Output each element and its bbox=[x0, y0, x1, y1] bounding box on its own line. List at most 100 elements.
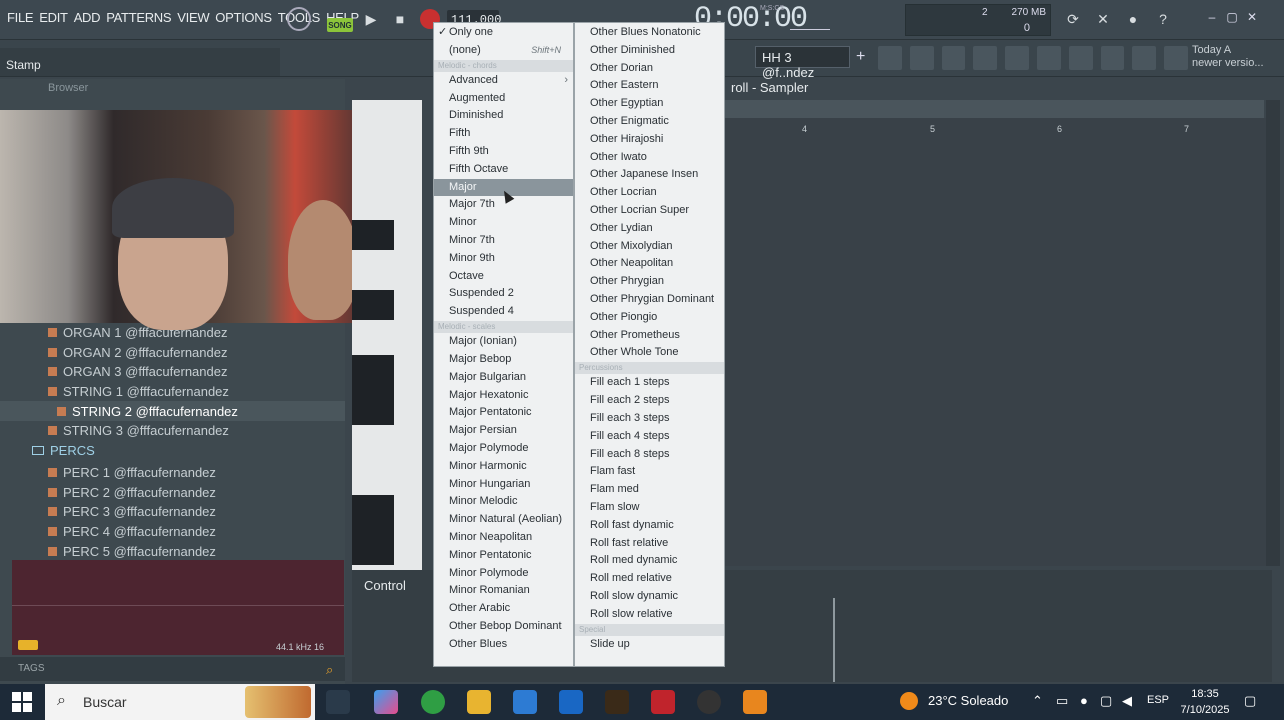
menu-item[interactable]: Minor Hungarian bbox=[434, 476, 573, 494]
menu-item[interactable]: Roll slow dynamic bbox=[575, 588, 724, 606]
menu-item[interactable]: Other Locrian Super bbox=[575, 202, 724, 220]
menu-item[interactable]: Other Phrygian Dominant bbox=[575, 291, 724, 309]
store-icon[interactable] bbox=[513, 690, 537, 714]
chrome-icon[interactable] bbox=[421, 690, 445, 714]
minimize-icon[interactable]: – bbox=[1204, 10, 1220, 26]
stop-icon[interactable]: ■ bbox=[389, 8, 411, 30]
volume-icon[interactable]: ◀ bbox=[1122, 693, 1132, 709]
file-explorer-icon[interactable] bbox=[467, 690, 491, 714]
send-icon[interactable] bbox=[1132, 46, 1157, 70]
channel-rack-icon[interactable] bbox=[941, 46, 966, 70]
menu-item[interactable]: Other Mixolydian bbox=[575, 238, 724, 256]
menu-item[interactable]: Fill each 8 steps bbox=[575, 446, 724, 464]
menu-item[interactable]: Major (Ionian) bbox=[434, 333, 573, 351]
outlook-icon[interactable] bbox=[559, 690, 583, 714]
menu-item[interactable]: Minor Polymode bbox=[434, 565, 573, 583]
menu-item[interactable]: (none) Shift+N bbox=[434, 42, 573, 60]
menu-add[interactable]: ADD bbox=[71, 10, 104, 25]
menu-edit[interactable]: EDIT bbox=[36, 10, 70, 25]
menu-item[interactable]: Other Japanese Insen bbox=[575, 166, 724, 184]
menu-item[interactable]: Major Bebop bbox=[434, 351, 573, 369]
browser-item[interactable]: ORGAN 2 @fffacufernandez bbox=[0, 342, 345, 362]
weather-text[interactable]: 23°C Soleado bbox=[928, 693, 1008, 708]
menu-item[interactable]: Roll slow relative bbox=[575, 606, 724, 624]
menu-file[interactable]: FILE bbox=[4, 10, 36, 25]
taskbar-clock[interactable]: 18:35 7/10/2025 bbox=[1180, 686, 1230, 718]
search-icon[interactable]: ⌕ bbox=[326, 662, 333, 678]
menu-item[interactable]: Other Eastern bbox=[575, 77, 724, 95]
maximize-icon[interactable]: ▢ bbox=[1224, 10, 1240, 26]
menu-item[interactable]: Minor 7th bbox=[434, 232, 573, 250]
menu-item[interactable]: Minor Harmonic bbox=[434, 458, 573, 476]
menu-item[interactable]: Other Piongio bbox=[575, 309, 724, 327]
task-view-icon[interactable] bbox=[326, 690, 350, 714]
menu-item[interactable]: Diminished bbox=[434, 107, 573, 125]
chevron-up-icon[interactable]: ⌃ bbox=[1032, 693, 1043, 709]
menu-item[interactable]: Roll fast dynamic bbox=[575, 517, 724, 535]
menu-item[interactable]: Minor Neapolitan bbox=[434, 529, 573, 547]
menu-item[interactable]: Other Blues Nonatonic bbox=[575, 24, 724, 42]
menu-item[interactable]: Other Prometheus bbox=[575, 327, 724, 345]
mixer-icon[interactable] bbox=[973, 46, 998, 70]
menu-item[interactable]: Other Lydian bbox=[575, 220, 724, 238]
menu-item[interactable]: Roll fast relative bbox=[575, 535, 724, 553]
menu-item[interactable]: Fill each 1 steps bbox=[575, 374, 724, 392]
menu-item[interactable]: Other Bebop Dominant bbox=[434, 618, 573, 636]
network-icon[interactable]: ▢ bbox=[1100, 693, 1112, 709]
voicemeeter-icon[interactable] bbox=[651, 690, 675, 714]
black-key[interactable] bbox=[352, 355, 394, 425]
menu-patterns[interactable]: PATTERNS bbox=[103, 10, 174, 25]
black-key[interactable] bbox=[352, 220, 394, 250]
menu-item[interactable]: Flam med bbox=[575, 481, 724, 499]
file-icon[interactable] bbox=[1036, 46, 1061, 70]
windows-start-icon[interactable] bbox=[12, 692, 32, 712]
news-panel[interactable]: Today A newer versio... bbox=[1192, 44, 1264, 70]
song-mode-button[interactable]: SONG bbox=[327, 18, 353, 32]
channel-icon[interactable] bbox=[1005, 46, 1029, 70]
menu-item[interactable]: Other Blues bbox=[434, 636, 573, 654]
control-label[interactable]: Control bbox=[364, 578, 406, 593]
browser-item[interactable]: STRING 3 @fffacufernandez bbox=[0, 420, 345, 440]
menu-item[interactable]: Octave bbox=[434, 268, 573, 286]
menu-item[interactable]: Minor 9th bbox=[434, 250, 573, 268]
master-pitch-slider[interactable] bbox=[790, 8, 830, 30]
menu-item[interactable]: Flam slow bbox=[575, 499, 724, 517]
help-icon[interactable]: ? bbox=[1152, 8, 1174, 30]
menu-item[interactable]: Roll med dynamic bbox=[575, 552, 724, 570]
pattern-selector[interactable]: HH 3 @f..ndez bbox=[755, 46, 850, 80]
menu-item[interactable]: Roll med relative bbox=[575, 570, 724, 588]
browser-item[interactable]: ORGAN 3 @fffacufernandez bbox=[0, 361, 345, 381]
menu-item[interactable]: Advanced › bbox=[434, 72, 573, 90]
menu-item[interactable]: Fill each 2 steps bbox=[575, 392, 724, 410]
menu-item[interactable]: Fill each 3 steps bbox=[575, 410, 724, 428]
menu-item[interactable]: Augmented bbox=[434, 90, 573, 108]
menu-item[interactable]: Major Bulgarian bbox=[434, 369, 573, 387]
menu-item[interactable]: Other Egyptian bbox=[575, 95, 724, 113]
copilot-icon[interactable] bbox=[374, 690, 398, 714]
plugin-icon[interactable] bbox=[1068, 46, 1093, 70]
menu-item[interactable]: Other Dorian bbox=[575, 60, 724, 78]
menu-item[interactable]: Fill each 4 steps bbox=[575, 428, 724, 446]
piano-roll-icon[interactable] bbox=[909, 46, 934, 70]
menu-item[interactable]: Minor Natural (Aeolian) bbox=[434, 511, 573, 529]
menu-item[interactable]: Other Enigmatic bbox=[575, 113, 724, 131]
tools-icon[interactable]: ✕ bbox=[1092, 8, 1114, 30]
browser-item[interactable]: PERC 1 @fffacufernandez bbox=[0, 462, 345, 482]
play-icon[interactable]: ▶ bbox=[360, 8, 382, 30]
menu-item[interactable]: Fifth bbox=[434, 125, 573, 143]
menu-item[interactable]: Fifth Octave bbox=[434, 161, 573, 179]
menu-item[interactable]: Other Hirajoshi bbox=[575, 131, 724, 149]
black-key[interactable] bbox=[352, 290, 394, 320]
menu-item[interactable]: Other Neapolitan bbox=[575, 255, 724, 273]
menu-item[interactable]: Other Phrygian bbox=[575, 273, 724, 291]
menu-item[interactable]: Major Polymode bbox=[434, 440, 573, 458]
undo-history-icon[interactable]: ⟳ bbox=[1062, 8, 1084, 30]
menu-item[interactable]: Other Diminished bbox=[575, 42, 724, 60]
menu-item[interactable]: Other Arabic bbox=[434, 600, 573, 618]
menu-item[interactable]: Major Persian bbox=[434, 422, 573, 440]
browser-item[interactable]: STRING 2 @fffacufernandez bbox=[0, 401, 345, 421]
browser-item[interactable]: PERC 5 @fffacufernandez bbox=[0, 541, 345, 561]
taskbar-search[interactable]: ⌕ Buscar bbox=[45, 684, 315, 720]
menu-item[interactable]: Minor Pentatonic bbox=[434, 547, 573, 565]
menu-item[interactable]: Fifth 9th bbox=[434, 143, 573, 161]
